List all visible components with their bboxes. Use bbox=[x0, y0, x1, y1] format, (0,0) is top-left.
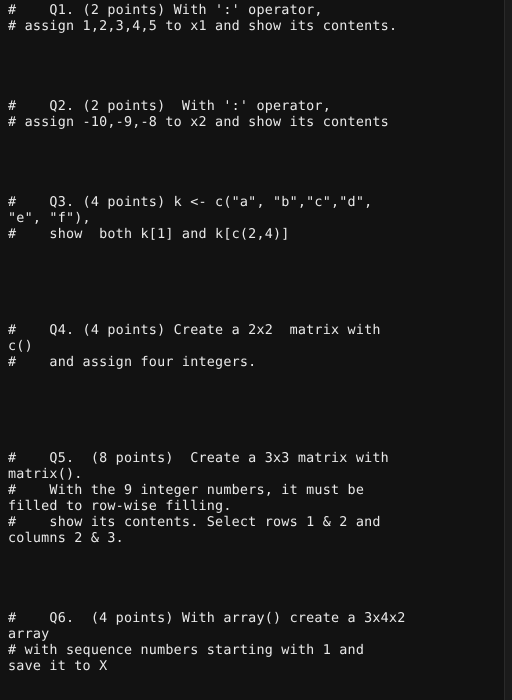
code-line: filled to row-wise filling. bbox=[8, 499, 232, 514]
code-line: # assign -10,-9,-8 to x2 and show its co… bbox=[8, 115, 389, 130]
code-line: # Q6. (4 points) With array() create a 3… bbox=[8, 611, 406, 626]
code-line: # With the 9 integer numbers, it must be bbox=[8, 483, 365, 498]
code-line: # Q2. (2 points) With ':' operator, bbox=[8, 99, 331, 114]
code-line: save it to X bbox=[8, 659, 108, 674]
code-line: # Q5. (8 points) Create a 3x3 matrix wit… bbox=[8, 451, 389, 466]
code-line: # show its contents. Select rows 1 & 2 a… bbox=[8, 515, 381, 530]
code-line: "e", "f"), bbox=[8, 211, 91, 226]
vertical-scrollbar[interactable] bbox=[504, 0, 512, 700]
code-line: # Q1. (2 points) With ':' operator, bbox=[8, 3, 323, 18]
code-line: array bbox=[8, 627, 50, 642]
code-line: # show both k[1] and k[c(2,4)] bbox=[8, 227, 290, 242]
code-line: # Q4. (4 points) Create a 2x2 matrix wit… bbox=[8, 323, 381, 338]
code-text-area[interactable]: # Q1. (2 points) With ':' operator, # ass… bbox=[0, 0, 504, 700]
code-line: c() bbox=[8, 339, 33, 354]
code-line: # assign 1,2,3,4,5 to x1 and show its co… bbox=[8, 19, 398, 34]
code-line: matrix(). bbox=[8, 467, 83, 482]
code-line: # Q3. (4 points) k <- c("a", "b","c","d"… bbox=[8, 195, 373, 210]
code-editor[interactable]: # Q1. (2 points) With ':' operator, # ass… bbox=[0, 0, 512, 700]
code-line: columns 2 & 3. bbox=[8, 531, 124, 546]
code-line: # with sequence numbers starting with 1 … bbox=[8, 643, 365, 658]
code-line: # and assign four integers. bbox=[8, 355, 257, 370]
